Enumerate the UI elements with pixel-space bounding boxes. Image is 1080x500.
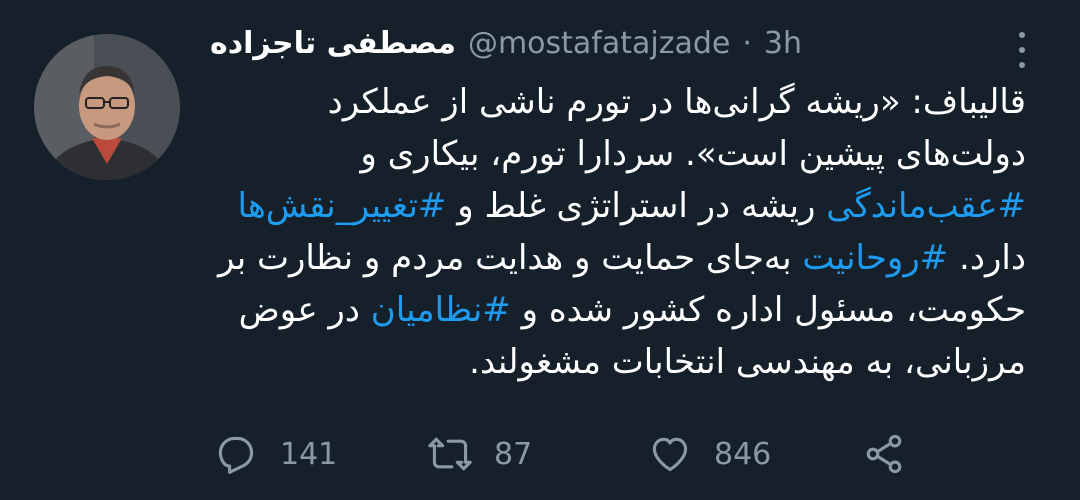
tweet-card[interactable]: مصطفی تاجزاده @mostafatajzade · 3h قالیب… xyxy=(0,0,1080,500)
hashtag-link[interactable]: #روحانیت xyxy=(802,238,948,278)
tweet-text-segment: به‌جای حمایت و هدایت مردم و نظارت بر xyxy=(217,238,803,278)
tweet-timestamp[interactable]: 3h xyxy=(764,26,802,61)
tweet-text: قالیباف: «ریشه گرانی‌ها در تورم ناشی از … xyxy=(206,76,1026,388)
retweet-button[interactable]: 87 xyxy=(428,432,532,476)
tweet-text-segment: حکومت، مسئول اداره کشور شده و xyxy=(510,290,1026,330)
hashtag-link[interactable]: #تغییر_نقش‌ها xyxy=(237,186,446,226)
share-nodes-icon xyxy=(866,434,902,474)
header-separator: · xyxy=(742,26,752,61)
retweet-count: 87 xyxy=(494,436,533,472)
tweet-text-line: دارد. #روحانیت به‌جای حمایت و هدایت مردم… xyxy=(206,232,1026,284)
tweet-text-segment: قالیباف: «ریشه گرانی‌ها در تورم ناشی از … xyxy=(327,82,1026,122)
reply-count: 141 xyxy=(280,436,338,472)
tweet-text-segment: دارد. xyxy=(948,238,1026,278)
reply-button[interactable]: 141 xyxy=(214,432,337,476)
avatar-portrait-icon xyxy=(34,34,180,180)
like-count: 846 xyxy=(714,436,772,472)
tweet-text-segment: در عوض xyxy=(238,290,371,330)
like-button[interactable]: 846 xyxy=(648,432,771,476)
hashtag-link[interactable]: #نظامیان xyxy=(371,290,511,330)
tweet-actions: 141 87 846 xyxy=(0,432,1080,482)
tweet-header: مصطفی تاجزاده @mostafatajzade · 3h xyxy=(210,26,802,61)
author-handle[interactable]: @mostafatajzade xyxy=(468,26,730,61)
tweet-text-segment: مرزبانی، به مهندسی انتخابات مشغولند. xyxy=(469,342,1026,382)
tweet-text-segment: ریشه در استراتژی غلط و xyxy=(446,186,827,226)
retweet-arrows-icon xyxy=(428,437,472,471)
tweet-text-line: حکومت، مسئول اداره کشور شده و #نظامیان د… xyxy=(206,284,1026,336)
tweet-text-line: مرزبانی، به مهندسی انتخابات مشغولند. xyxy=(206,336,1026,388)
hashtag-link[interactable]: #عقب‌ماندگی xyxy=(826,186,1026,226)
tweet-text-line: دولت‌های پیشین است». سردارا تورم، بیکاری… xyxy=(206,128,1026,180)
tweet-text-segment: دولت‌های پیشین است». سردارا تورم، بیکاری… xyxy=(360,134,1026,174)
more-options-button[interactable] xyxy=(1016,28,1028,72)
speech-bubble-icon xyxy=(218,436,254,474)
vertical-ellipsis-icon xyxy=(1019,32,1025,38)
tweet-text-line: #عقب‌ماندگی ریشه در استراتژی غلط و #تغیی… xyxy=(206,180,1026,232)
author-name[interactable]: مصطفی تاجزاده xyxy=(210,26,456,61)
avatar[interactable] xyxy=(34,34,180,180)
tweet-text-line: قالیباف: «ریشه گرانی‌ها در تورم ناشی از … xyxy=(206,76,1026,128)
heart-icon xyxy=(652,437,688,472)
share-button[interactable] xyxy=(862,432,906,476)
